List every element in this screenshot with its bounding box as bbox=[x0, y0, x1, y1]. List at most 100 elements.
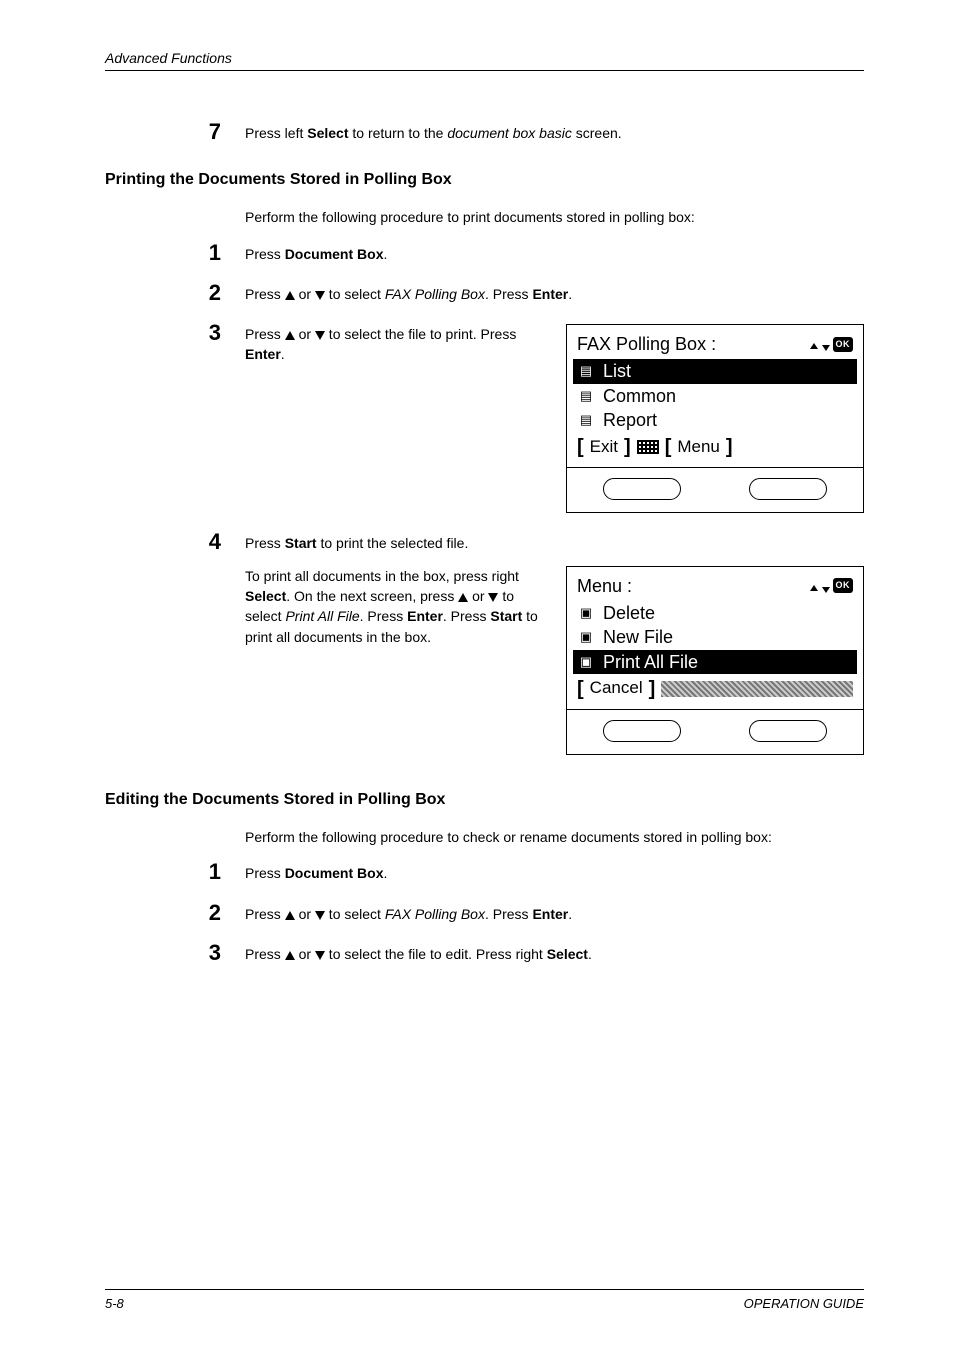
down-icon bbox=[315, 291, 325, 300]
lcd-row: ▤Report bbox=[573, 408, 857, 433]
hash-icon bbox=[637, 440, 659, 454]
lcd-row-label: Delete bbox=[603, 602, 655, 625]
lcd-row: ▣ Delete bbox=[573, 601, 857, 626]
guide-label: OPERATION GUIDE bbox=[744, 1296, 864, 1311]
text: . bbox=[383, 865, 387, 881]
ok-icon: OK bbox=[833, 578, 854, 593]
up-icon bbox=[285, 951, 295, 960]
lcd-row-label: Common bbox=[603, 385, 676, 408]
softkey-left: Cancel bbox=[590, 676, 643, 701]
num-icon: ▣ bbox=[577, 654, 595, 670]
text: to return to the bbox=[349, 125, 448, 141]
step-text: Press or to select FAX Polling Box. Pres… bbox=[245, 282, 864, 304]
text: . bbox=[588, 946, 592, 962]
text: . bbox=[568, 286, 572, 302]
text: Press left bbox=[245, 125, 307, 141]
lcd-softkey-row: [ Cancel ] bbox=[573, 674, 857, 705]
left-select-button[interactable] bbox=[603, 478, 681, 500]
doc-icon: ▤ bbox=[577, 363, 595, 379]
step-number: 1 bbox=[105, 242, 245, 264]
text: Press bbox=[245, 906, 285, 922]
text: . Press bbox=[443, 608, 490, 624]
updown-icon bbox=[810, 331, 830, 357]
lcd-row-label: Report bbox=[603, 409, 657, 432]
step-7: 7 Press left Select to return to the doc… bbox=[105, 121, 864, 143]
text: . On the next screen, press bbox=[286, 588, 458, 604]
bold: Enter bbox=[532, 286, 568, 302]
editing-step-1: 1 Press Document Box. bbox=[105, 861, 864, 883]
section-intro: Perform the following procedure to print… bbox=[245, 207, 864, 227]
up-icon bbox=[285, 291, 295, 300]
text: to select bbox=[325, 286, 385, 302]
softkey-left: Exit bbox=[590, 435, 618, 460]
text: or bbox=[295, 906, 315, 922]
running-header: Advanced Functions bbox=[105, 50, 864, 66]
bold: Enter bbox=[245, 346, 281, 362]
page-number: 5-8 bbox=[105, 1296, 124, 1311]
text: Press bbox=[245, 246, 285, 262]
bracket-left-icon: [ bbox=[577, 679, 584, 699]
printing-step-2: 2 Press or to select FAX Polling Box. Pr… bbox=[105, 282, 864, 304]
step-number: 7 bbox=[105, 121, 245, 143]
lcd-rows: ▣ Delete ▣New File ▣ Print All File bbox=[573, 601, 857, 675]
printing-step-4: 4 Press Start to print the selected file… bbox=[105, 531, 864, 763]
editing-step-2: 2 Press or to select FAX Polling Box. Pr… bbox=[105, 902, 864, 924]
updown-icon bbox=[810, 573, 830, 599]
italic: FAX Polling Box bbox=[385, 286, 485, 302]
printing-step-1: 1 Press Document Box. bbox=[105, 242, 864, 264]
text: to select the file to edit. Press right bbox=[325, 946, 547, 962]
text: . bbox=[568, 906, 572, 922]
italic: Print All File bbox=[285, 608, 359, 624]
left-select-button[interactable] bbox=[603, 720, 681, 742]
down-icon bbox=[315, 331, 325, 340]
hash-icon bbox=[661, 681, 853, 697]
down-icon bbox=[488, 593, 498, 602]
lcd-rows: ▤ List ▤ Common ▤Report bbox=[573, 359, 857, 433]
lcd-row-selected: ▤ List bbox=[573, 359, 857, 384]
section-heading-editing: Editing the Documents Stored in Polling … bbox=[105, 791, 864, 809]
bracket-right-icon: ] bbox=[624, 437, 631, 457]
right-select-button[interactable] bbox=[749, 478, 827, 500]
lcd-title-row: Menu : OK bbox=[573, 573, 857, 601]
doc-icon: ▤ bbox=[577, 388, 595, 404]
italic: document box basic bbox=[447, 125, 572, 141]
down-icon bbox=[315, 951, 325, 960]
bracket-left-icon: [ bbox=[577, 437, 584, 457]
text: to select the file to print. Press bbox=[325, 326, 516, 342]
lcd-row: ▣New File bbox=[573, 625, 857, 650]
footer-rule bbox=[105, 1289, 864, 1290]
section-heading-printing: Printing the Documents Stored in Polling… bbox=[105, 171, 864, 189]
step-number: 2 bbox=[105, 282, 245, 304]
lcd-screen-menu: Menu : OK ▣ Delete ▣New File ▣ Print All F… bbox=[566, 566, 864, 755]
up-icon bbox=[285, 331, 295, 340]
section-intro: Perform the following procedure to check… bbox=[245, 827, 864, 847]
bracket-right-icon: ] bbox=[726, 437, 733, 457]
header-rule bbox=[105, 70, 864, 71]
bracket-left-icon: [ bbox=[665, 437, 672, 457]
text: Press bbox=[245, 946, 285, 962]
text: or bbox=[295, 326, 315, 342]
num-icon: ▣ bbox=[577, 605, 595, 621]
step-number: 3 bbox=[105, 322, 245, 344]
printing-step-3: 3 Press or to select the file to print. … bbox=[105, 322, 864, 521]
step-text: Press or to select FAX Polling Box. Pres… bbox=[245, 902, 864, 924]
bold: Select bbox=[245, 588, 286, 604]
text: Press bbox=[245, 865, 285, 881]
text: or bbox=[468, 588, 488, 604]
text: or bbox=[295, 946, 315, 962]
lcd-row-label: Print All File bbox=[603, 651, 698, 674]
num-icon: ▣ bbox=[577, 629, 595, 645]
lcd-row-label: List bbox=[603, 360, 631, 383]
lcd-softkey-row: [ Exit ] [ Menu ] bbox=[573, 433, 857, 464]
lcd-display: Menu : OK ▣ Delete ▣New File ▣ Print All F… bbox=[567, 567, 863, 709]
lcd-row-selected: ▣ Print All File bbox=[573, 650, 857, 675]
lcd-screen-fax-polling-box: FAX Polling Box : OK ▤List ▤Common ▤Repo… bbox=[566, 324, 864, 513]
right-select-button[interactable] bbox=[749, 720, 827, 742]
text: or bbox=[295, 286, 315, 302]
text: . Press bbox=[360, 608, 407, 624]
step-body: Press or to select the file to print. Pr… bbox=[245, 322, 864, 521]
italic: FAX Polling Box bbox=[385, 906, 485, 922]
bold: Select bbox=[307, 125, 348, 141]
step-text: To print all documents in the box, press… bbox=[245, 566, 554, 647]
bold: Document Box bbox=[285, 246, 384, 262]
